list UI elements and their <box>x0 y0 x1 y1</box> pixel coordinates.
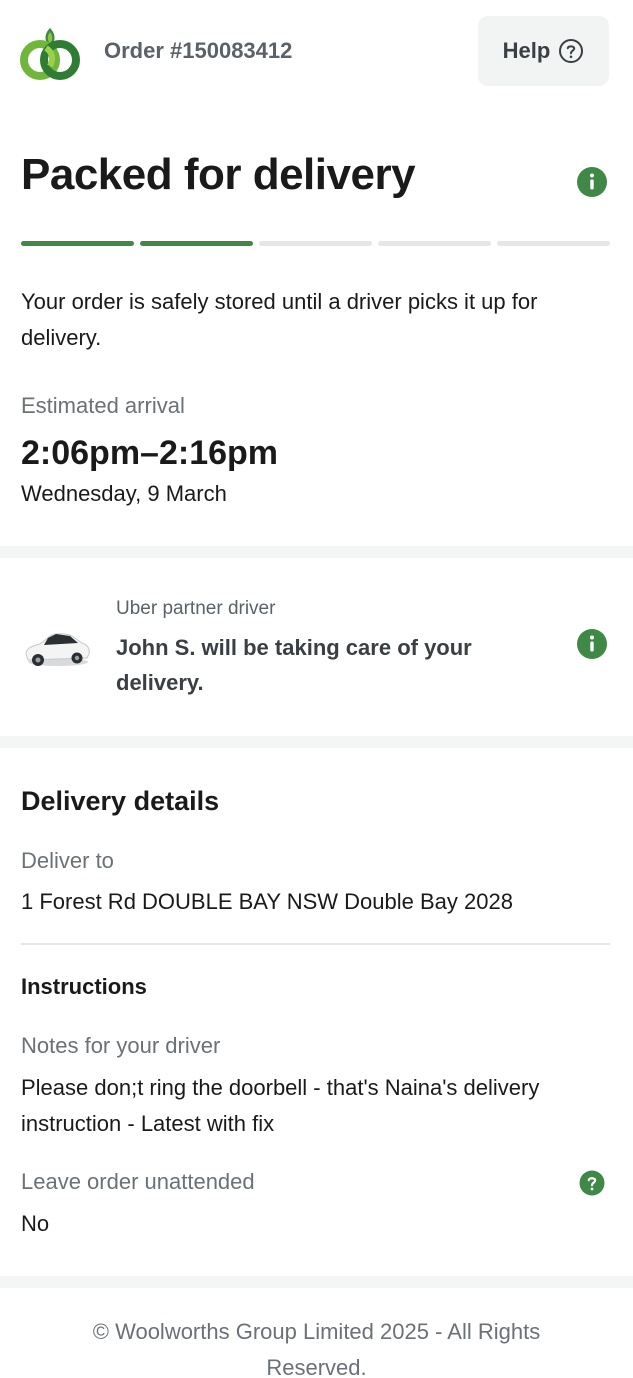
progress-segment <box>21 241 134 246</box>
leave-unattended-label: Leave order unattended <box>21 1169 255 1194</box>
footer: © Woolworths Group Limited 2025 - All Ri… <box>0 1290 633 1378</box>
status-description: Your order is safely stored until a driv… <box>21 289 538 350</box>
deliver-to-label: Deliver to <box>21 848 114 873</box>
section-divider <box>0 1276 633 1288</box>
status-title: Packed for delivery <box>21 150 416 199</box>
woolworths-logo-icon[interactable] <box>20 24 80 80</box>
driver-label: Uber partner driver <box>116 598 276 619</box>
question-circle-icon[interactable] <box>579 1170 605 1196</box>
help-label: Help <box>502 38 551 63</box>
section-divider <box>0 736 633 748</box>
progress-segment <box>140 241 253 246</box>
progress-segment <box>378 241 491 246</box>
delivery-details-title: Delivery details <box>21 786 220 816</box>
eta-label: Estimated arrival <box>21 393 185 418</box>
deliver-to-value: 1 Forest Rd DOUBLE BAY NSW Double Bay 20… <box>21 889 513 914</box>
info-circle-icon[interactable] <box>576 166 608 198</box>
header: Order #150083412 Help <box>0 0 633 100</box>
section-divider <box>0 546 633 558</box>
progress-segment <box>497 241 610 246</box>
copyright-text: © Woolworths Group Limited 2025 - All Ri… <box>92 1319 541 1378</box>
instructions-title: Instructions <box>21 974 147 999</box>
driver-text: John S. will be taking care of your deli… <box>116 635 472 695</box>
order-number: Order #150083412 <box>104 38 293 63</box>
info-circle-icon[interactable] <box>576 628 608 660</box>
leave-unattended-value: No <box>21 1211 50 1236</box>
progress-segment <box>259 241 372 246</box>
eta-date: Wednesday, 9 March <box>21 481 227 506</box>
eta-time: 2:06pm–2:16pm <box>21 434 279 472</box>
notes-label: Notes for your driver <box>21 1033 221 1058</box>
car-icon <box>25 633 90 666</box>
progress-bar <box>21 241 610 246</box>
notes-value: Please don;t ring the doorbell - that's … <box>21 1075 540 1136</box>
help-button[interactable]: Help <box>478 16 609 86</box>
question-circle-icon <box>559 39 584 63</box>
divider-line <box>21 943 610 945</box>
